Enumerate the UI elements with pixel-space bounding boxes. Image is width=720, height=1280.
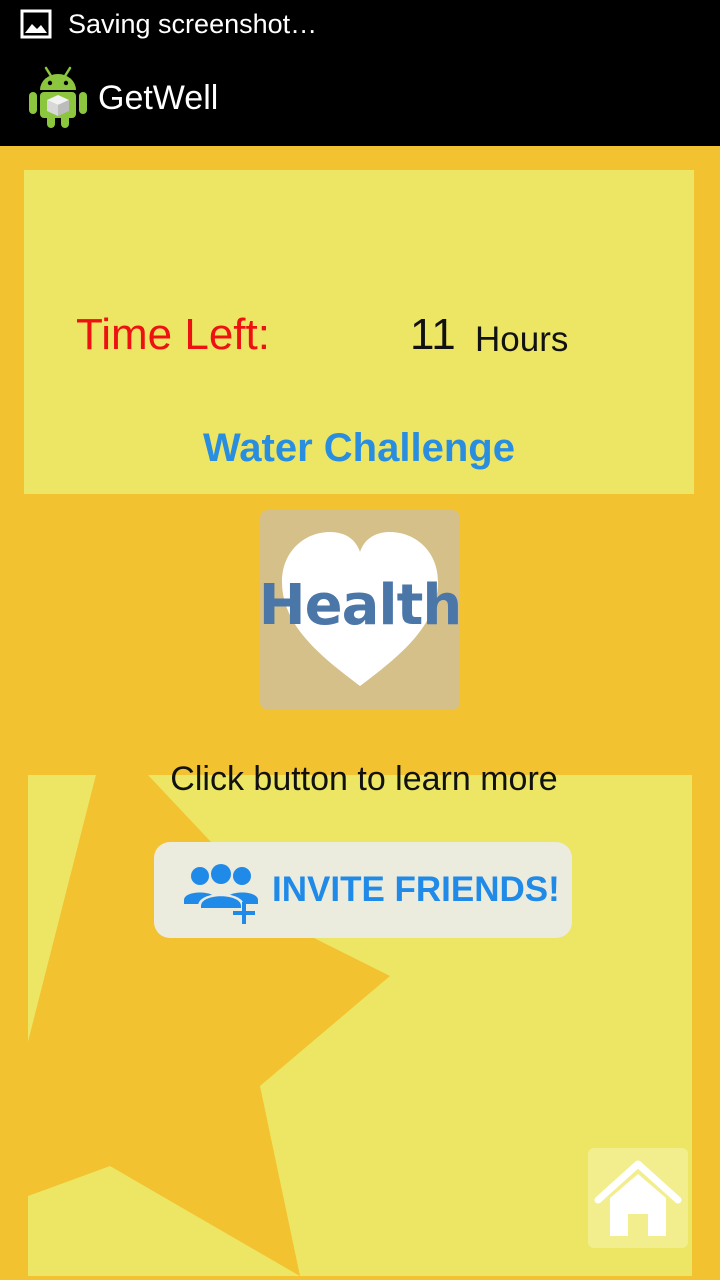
home-button[interactable] (588, 1148, 688, 1248)
main-content: Time Left: 11 Hours Water Challenge Heal… (0, 146, 720, 1280)
home-icon (594, 1160, 682, 1236)
notification-text: Saving screenshot… (68, 9, 318, 39)
app-title: GetWell (98, 79, 219, 117)
learn-more-text: Click button to learn more (170, 760, 558, 798)
image-icon (20, 9, 52, 39)
challenge-card: Time Left: 11 Hours Water Challenge (24, 170, 694, 494)
time-left-unit: Hours (475, 320, 569, 359)
health-image[interactable]: Health (260, 510, 460, 710)
challenge-title: Water Challenge (203, 426, 515, 470)
heart-icon: Health (260, 532, 460, 686)
invite-friends-label: INVITE FRIENDS! (272, 870, 560, 909)
action-bar: GetWell (0, 50, 720, 146)
add-group-icon (184, 862, 258, 924)
status-bar: Saving screenshot… (0, 0, 720, 50)
time-left-value: 11 (410, 310, 456, 359)
time-left-label: Time Left: (76, 310, 270, 359)
android-icon (29, 66, 87, 128)
invite-friends-button[interactable]: INVITE FRIENDS! (154, 842, 572, 938)
health-text: Health (260, 573, 460, 638)
